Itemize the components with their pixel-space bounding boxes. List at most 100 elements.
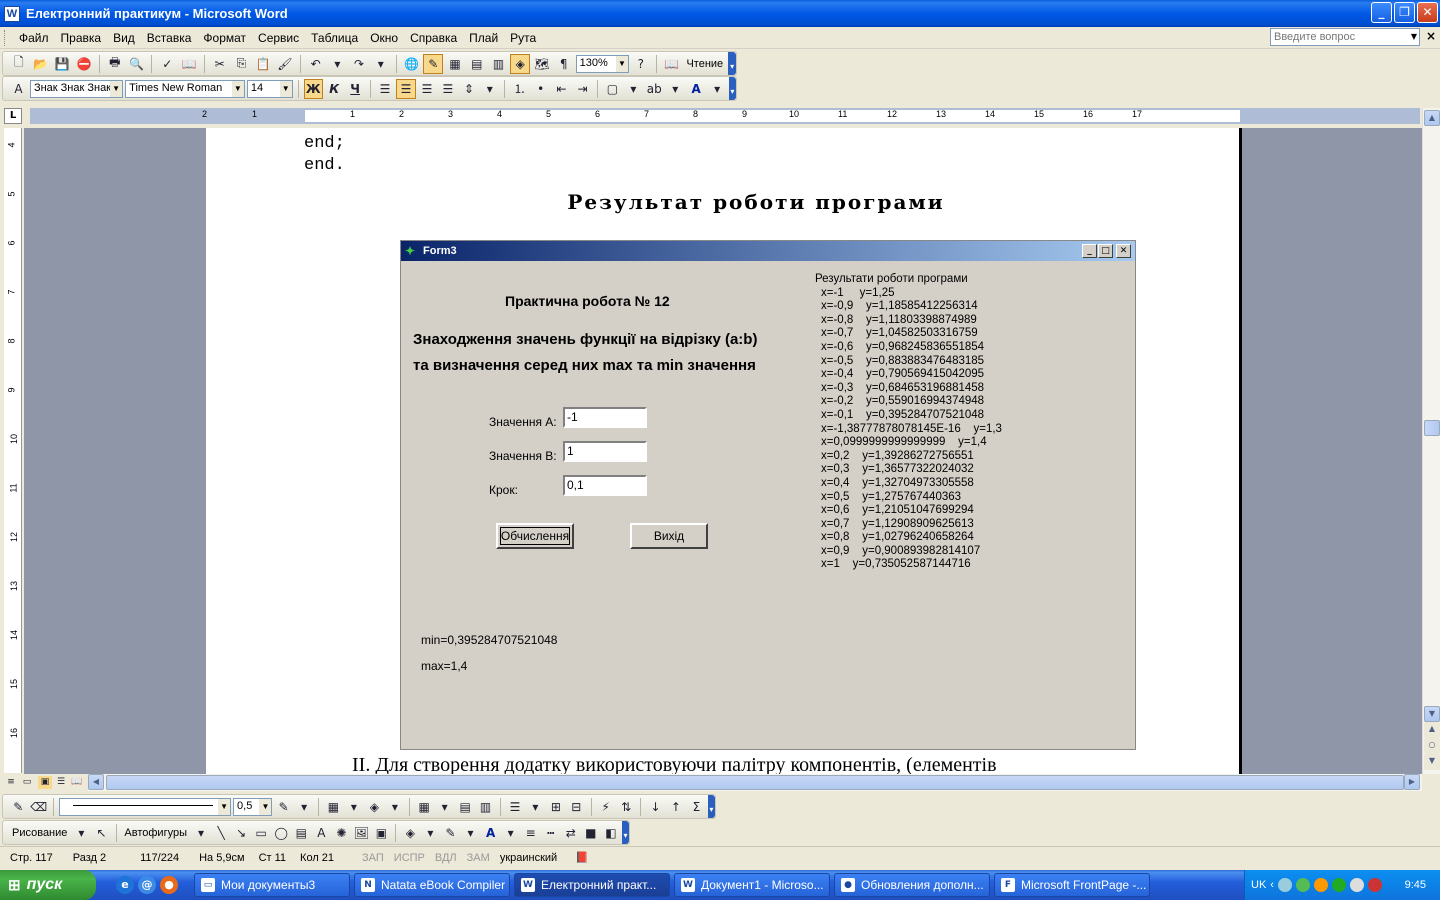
line-spacing-dropdown-icon[interactable]: ▾ — [480, 79, 499, 99]
distribute-rows-icon[interactable]: ⊞ — [547, 797, 565, 817]
decrease-indent-icon[interactable]: ⇤ — [552, 79, 571, 99]
drawing-toolbar-options-icon[interactable]: ▾ — [621, 821, 630, 844]
oval-icon[interactable]: ◯ — [272, 823, 290, 843]
arrow-icon[interactable]: ↘ — [232, 823, 250, 843]
status-rec[interactable]: ЗАП — [362, 852, 384, 864]
autoshapes-dropdown-icon[interactable]: ▾ — [192, 823, 210, 843]
format-toolbar-options-icon[interactable]: ▾ — [728, 77, 737, 100]
ie-icon[interactable]: e — [116, 876, 134, 894]
sort-descending-icon[interactable]: ↑ — [667, 797, 685, 817]
menu-window[interactable]: Окно — [364, 31, 404, 45]
task-word-practicum[interactable]: W Електронний практ... — [514, 873, 670, 897]
font-size-select[interactable]: 14 ▼ — [246, 79, 293, 98]
font-color-icon[interactable]: A — [482, 823, 500, 843]
line-spacing-icon[interactable]: ⇕ — [459, 79, 478, 99]
align-right-icon[interactable]: ☰ — [418, 79, 437, 99]
browse-object-icon[interactable]: ○ — [1424, 738, 1440, 754]
fill-color-icon[interactable]: ◈ — [401, 823, 419, 843]
tables-borders-icon[interactable]: ✎ — [423, 53, 444, 74]
menu-edit[interactable]: Правка — [55, 31, 108, 45]
prev-page-icon[interactable]: ▲ — [1424, 722, 1440, 738]
reading-view-icon[interactable]: 📖 — [70, 776, 84, 789]
textbox-icon[interactable]: ▤ — [292, 823, 310, 843]
underline-button[interactable]: Ч — [346, 79, 365, 99]
undo-icon[interactable]: ↶ — [306, 54, 326, 74]
menu-insert[interactable]: Вставка — [141, 31, 198, 45]
vertical-ruler[interactable]: 4 5 6 7 8 9 10 11 12 13 14 15 16 — [4, 128, 22, 773]
messenger-icon[interactable] — [1313, 878, 1328, 892]
insert-table-icon[interactable]: ▦ — [415, 797, 433, 817]
cut-icon[interactable]: ✂ — [210, 54, 230, 74]
font-dropdown-icon[interactable]: ▼ — [231, 80, 244, 97]
print-preview-icon[interactable]: 🔍 — [127, 54, 147, 74]
outline-view-icon[interactable]: ☰ — [54, 776, 68, 789]
line-style-dropdown-icon[interactable]: ▼ — [218, 798, 231, 815]
doc-close-icon[interactable]: × — [1426, 29, 1436, 43]
new-icon[interactable]: 🗋 — [9, 54, 29, 74]
menu-grip[interactable] — [4, 29, 7, 46]
status-language[interactable]: украинский — [500, 852, 557, 864]
status-ext[interactable]: ВДЛ — [435, 852, 457, 864]
insert-table-icon[interactable]: ▦ — [445, 54, 465, 74]
open-icon[interactable]: 📂 — [31, 54, 51, 74]
align-cell-dropdown-icon[interactable]: ▾ — [526, 797, 544, 817]
insert-excel-icon[interactable]: ▤ — [467, 54, 487, 74]
undo-dropdown-icon[interactable]: ▾ — [327, 54, 347, 74]
antivirus-icon[interactable] — [1331, 878, 1346, 892]
font-color-icon[interactable]: A — [687, 79, 706, 99]
minimize-button[interactable]: _ — [1371, 2, 1392, 23]
line-weight-dropdown-icon[interactable]: ▼ — [259, 798, 272, 815]
scroll-down-icon[interactable]: ▼ — [1424, 706, 1440, 722]
hscroll-thumb[interactable] — [106, 775, 1404, 790]
size-dropdown-icon[interactable]: ▼ — [279, 80, 292, 97]
normal-view-icon[interactable]: ≡ — [4, 776, 18, 789]
align-left-icon[interactable]: ☰ — [376, 79, 395, 99]
hyperlink-icon[interactable]: 🌐 — [402, 54, 422, 74]
increase-indent-icon[interactable]: ⇥ — [573, 79, 592, 99]
bold-button[interactable]: Ж — [303, 78, 323, 99]
spelling-status-icon[interactable]: 📕 — [575, 851, 589, 864]
borders-icon[interactable]: ▢ — [603, 79, 622, 99]
font-select[interactable]: Times New Roman ▼ — [125, 79, 245, 98]
select-objects-icon[interactable]: ↖ — [92, 823, 110, 843]
line-color-dropdown-icon[interactable]: ▾ — [462, 823, 480, 843]
border-color-icon[interactable]: ✎ — [274, 797, 292, 817]
permission-icon[interactable]: ⛔ — [74, 54, 94, 74]
scroll-left-icon[interactable]: ◀ — [88, 774, 104, 790]
drawing-icon[interactable]: ◈ — [510, 53, 531, 74]
border-color-dropdown-icon[interactable]: ▾ — [295, 797, 313, 817]
split-cells-icon[interactable]: ▥ — [476, 797, 494, 817]
horizontal-scrollbar[interactable]: ◀ ▶ — [88, 774, 1422, 791]
task-word-document1[interactable]: W Документ1 - Microso... — [674, 873, 830, 897]
menu-ruta[interactable]: Рута — [504, 31, 542, 45]
task-firefox-updates[interactable]: ● Обновления дополн... — [834, 873, 990, 897]
redo-dropdown-icon[interactable]: ▾ — [371, 54, 391, 74]
style-dropdown-icon[interactable]: ▼ — [110, 80, 123, 97]
align-cell-icon[interactable]: ☰ — [506, 797, 524, 817]
start-button[interactable]: ⊞ пуск — [0, 870, 96, 900]
menu-table[interactable]: Таблица — [305, 31, 364, 45]
insert-table-dropdown-icon[interactable]: ▾ — [435, 797, 453, 817]
document-map-icon[interactable]: 🗺 — [532, 54, 552, 74]
draw-dropdown-icon[interactable]: ▾ — [72, 823, 90, 843]
line-color-icon[interactable]: ✎ — [441, 823, 459, 843]
align-center-icon[interactable]: ☰ — [396, 78, 416, 99]
spelling-icon[interactable]: ✓ — [157, 54, 177, 74]
sort-ascending-icon[interactable]: ↓ — [646, 797, 664, 817]
reading-mode-button[interactable]: Чтение — [683, 58, 726, 70]
zoom-select[interactable]: 130% ▼ — [575, 54, 629, 73]
wordart-icon[interactable]: A — [312, 823, 330, 843]
tables-toolbar-options-icon[interactable]: ▾ — [707, 795, 716, 818]
copy-icon[interactable]: ⎘ — [232, 54, 252, 74]
status-ovr[interactable]: ЗАМ — [467, 852, 490, 864]
3d-icon[interactable]: ◧ — [602, 823, 620, 843]
style-select[interactable]: Знак Знак Знак ▼ — [29, 79, 124, 98]
menu-view[interactable]: Вид — [107, 31, 141, 45]
language-indicator[interactable]: UK — [1251, 879, 1266, 891]
styles-icon[interactable]: A — [9, 79, 28, 99]
task-ebook-compiler[interactable]: N Natata eBook Compiler — [354, 873, 510, 897]
drawing-menu-button[interactable]: Рисование — [9, 827, 70, 839]
picture-icon[interactable]: ▣ — [372, 823, 390, 843]
numbering-icon[interactable]: ⒈ — [510, 79, 529, 99]
desktop-icon[interactable]: @ — [138, 876, 156, 894]
